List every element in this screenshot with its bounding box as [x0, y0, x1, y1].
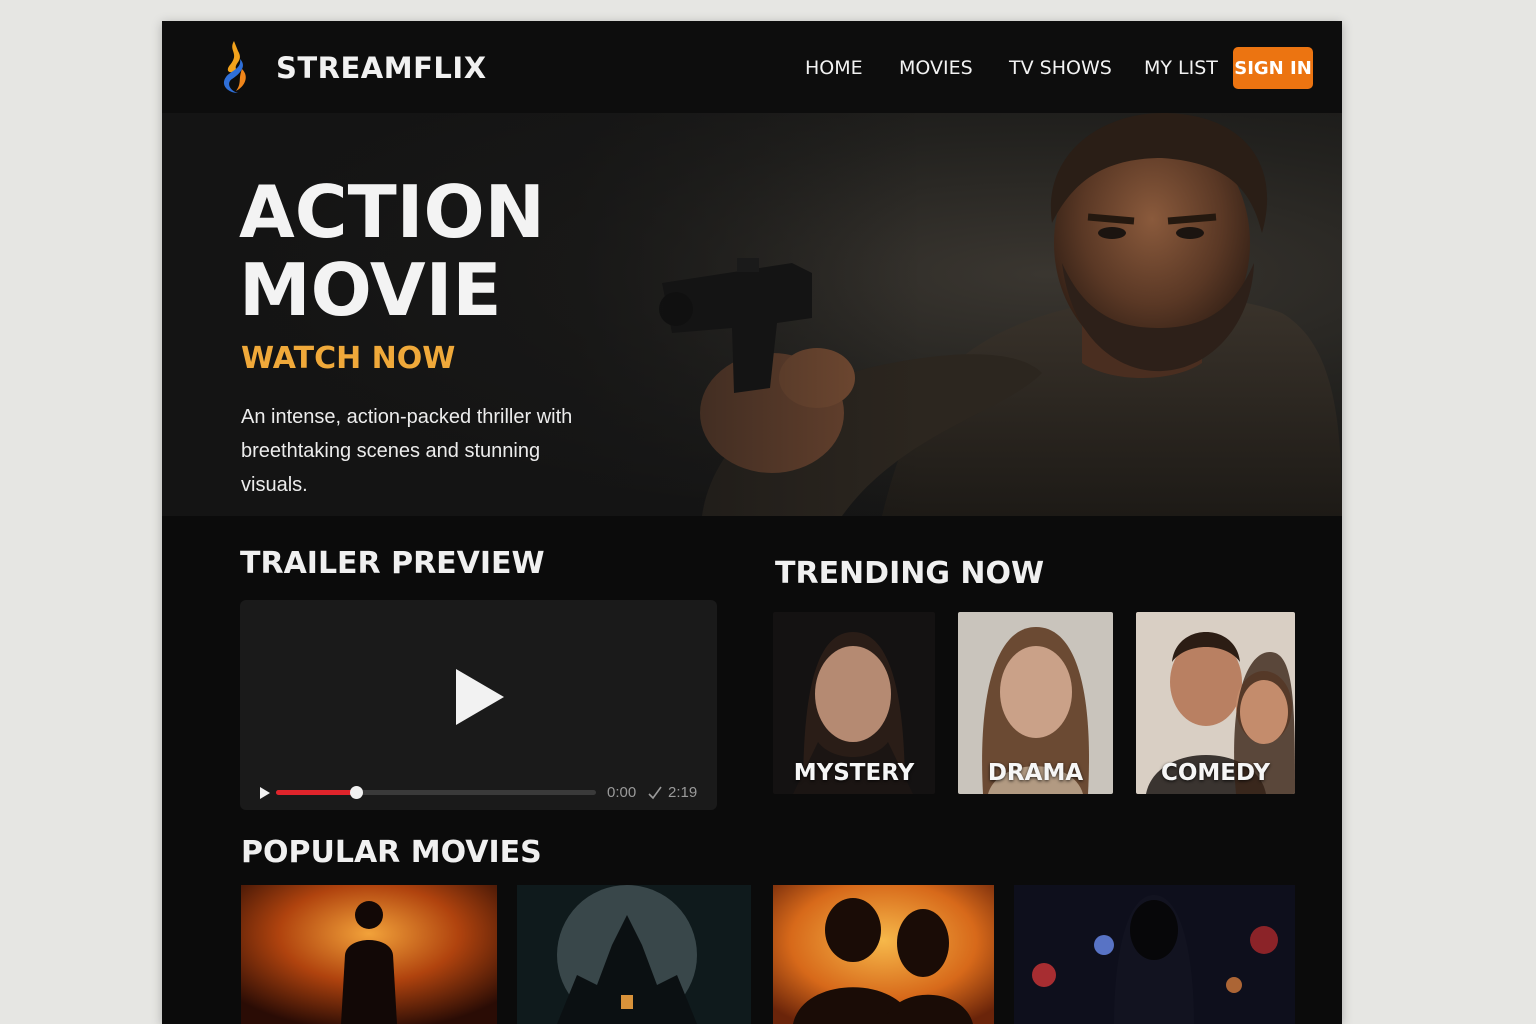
check-icon: [648, 786, 662, 800]
popular-heading: POPULAR MOVIES: [241, 835, 542, 870]
hero-description: An intense, action-packed thriller with …: [241, 406, 573, 496]
trending-card-comedy[interactable]: COMEDY: [1136, 612, 1295, 794]
trending-label-mystery: MYSTERY: [793, 760, 915, 786]
nav-home[interactable]: HOME: [805, 57, 863, 79]
trending-heading: TRENDING NOW: [775, 556, 1045, 591]
flame-logo-icon[interactable]: [218, 39, 252, 95]
hero-banner: ACTION MOVIE WATCH NOW An intense, actio…: [162, 113, 1342, 516]
brand-name[interactable]: STREAMFLIX: [276, 51, 487, 85]
nav-movies[interactable]: MOVIES: [899, 57, 973, 79]
play-icon[interactable]: [452, 666, 508, 728]
progress-fill: [276, 790, 356, 795]
sign-in-button[interactable]: SIGN IN: [1233, 47, 1313, 89]
watch-now-link[interactable]: WATCH NOW: [241, 341, 455, 376]
duration: 2:19: [668, 784, 698, 801]
popular-movie-card-1[interactable]: [241, 885, 497, 1024]
popular-movie-poster-3: [773, 885, 994, 1024]
trending-card-drama[interactable]: DRAMA: [958, 612, 1113, 794]
nav-my-list[interactable]: MY LIST: [1144, 57, 1218, 79]
popular-movie-poster-4: [1014, 885, 1295, 1024]
trailer-heading: TRAILER PREVIEW: [240, 546, 545, 581]
trending-label-drama: DRAMA: [987, 760, 1084, 786]
hero-title-line1: ACTION: [239, 170, 545, 254]
hero-title-line2: MOVIE: [239, 248, 502, 332]
popular-movie-poster-1: [241, 885, 497, 1024]
trending-card-mystery[interactable]: MYSTERY: [773, 612, 935, 794]
trending-label-comedy: COMEDY: [1160, 760, 1271, 786]
progress-bar[interactable]: [276, 786, 596, 799]
nav-tv-shows[interactable]: TV SHOWS: [1009, 57, 1112, 79]
progress-handle[interactable]: [350, 786, 363, 799]
hero-title: ACTION MOVIE: [239, 173, 659, 329]
current-time: 0:00: [607, 784, 637, 801]
popular-movie-poster-2: [517, 885, 751, 1024]
trailer-video-player[interactable]: 0:00 2:19: [240, 600, 717, 810]
popular-movie-card-2[interactable]: [517, 885, 751, 1024]
app-window: STREAMFLIX HOME MOVIES TV SHOWS MY LIST …: [162, 21, 1342, 1024]
small-play-icon[interactable]: [258, 785, 272, 801]
popular-movie-card-4[interactable]: [1014, 885, 1295, 1024]
popular-movie-card-3[interactable]: [773, 885, 994, 1024]
top-navbar: STREAMFLIX HOME MOVIES TV SHOWS MY LIST …: [162, 21, 1342, 113]
